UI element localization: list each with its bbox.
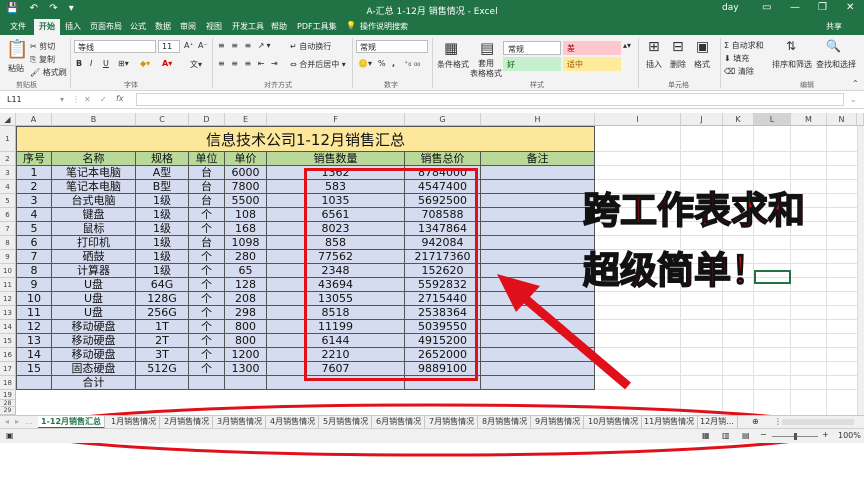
zoom-slider-thumb[interactable] bbox=[794, 433, 797, 440]
status-bar: ▣ ▦ ▥ ▤ − + 100% bbox=[0, 428, 864, 443]
zoom-level[interactable]: 100% bbox=[838, 431, 861, 440]
overlay-caption-2: 超级简单！ bbox=[582, 248, 769, 293]
annotation-arrow-shaft bbox=[512, 286, 631, 390]
overlay-caption-1: 跨工作表求和 bbox=[582, 188, 806, 233]
page-layout-view-icon[interactable]: ▥ bbox=[722, 431, 730, 440]
vertical-scrollbar[interactable] bbox=[857, 126, 864, 415]
horizontal-scrollbar[interactable] bbox=[782, 419, 854, 425]
sheet-tab-bar: ◂ ▸ … 1-12月销售汇总 1月销售情况 2月销售情况 3月销售情况 4月销售情况 5… bbox=[0, 415, 864, 429]
zoom-in-icon[interactable]: + bbox=[822, 430, 829, 439]
macro-record-icon[interactable]: ▣ bbox=[6, 431, 14, 440]
zoom-out-icon[interactable]: − bbox=[760, 430, 767, 439]
page-break-view-icon[interactable]: ▤ bbox=[742, 431, 750, 440]
normal-view-icon[interactable]: ▦ bbox=[702, 431, 710, 440]
excel-window: 💾 ↶ ↷ ▾ A-汇总 1-12月 销售情况 - Excel day ▭ — … bbox=[0, 0, 864, 486]
